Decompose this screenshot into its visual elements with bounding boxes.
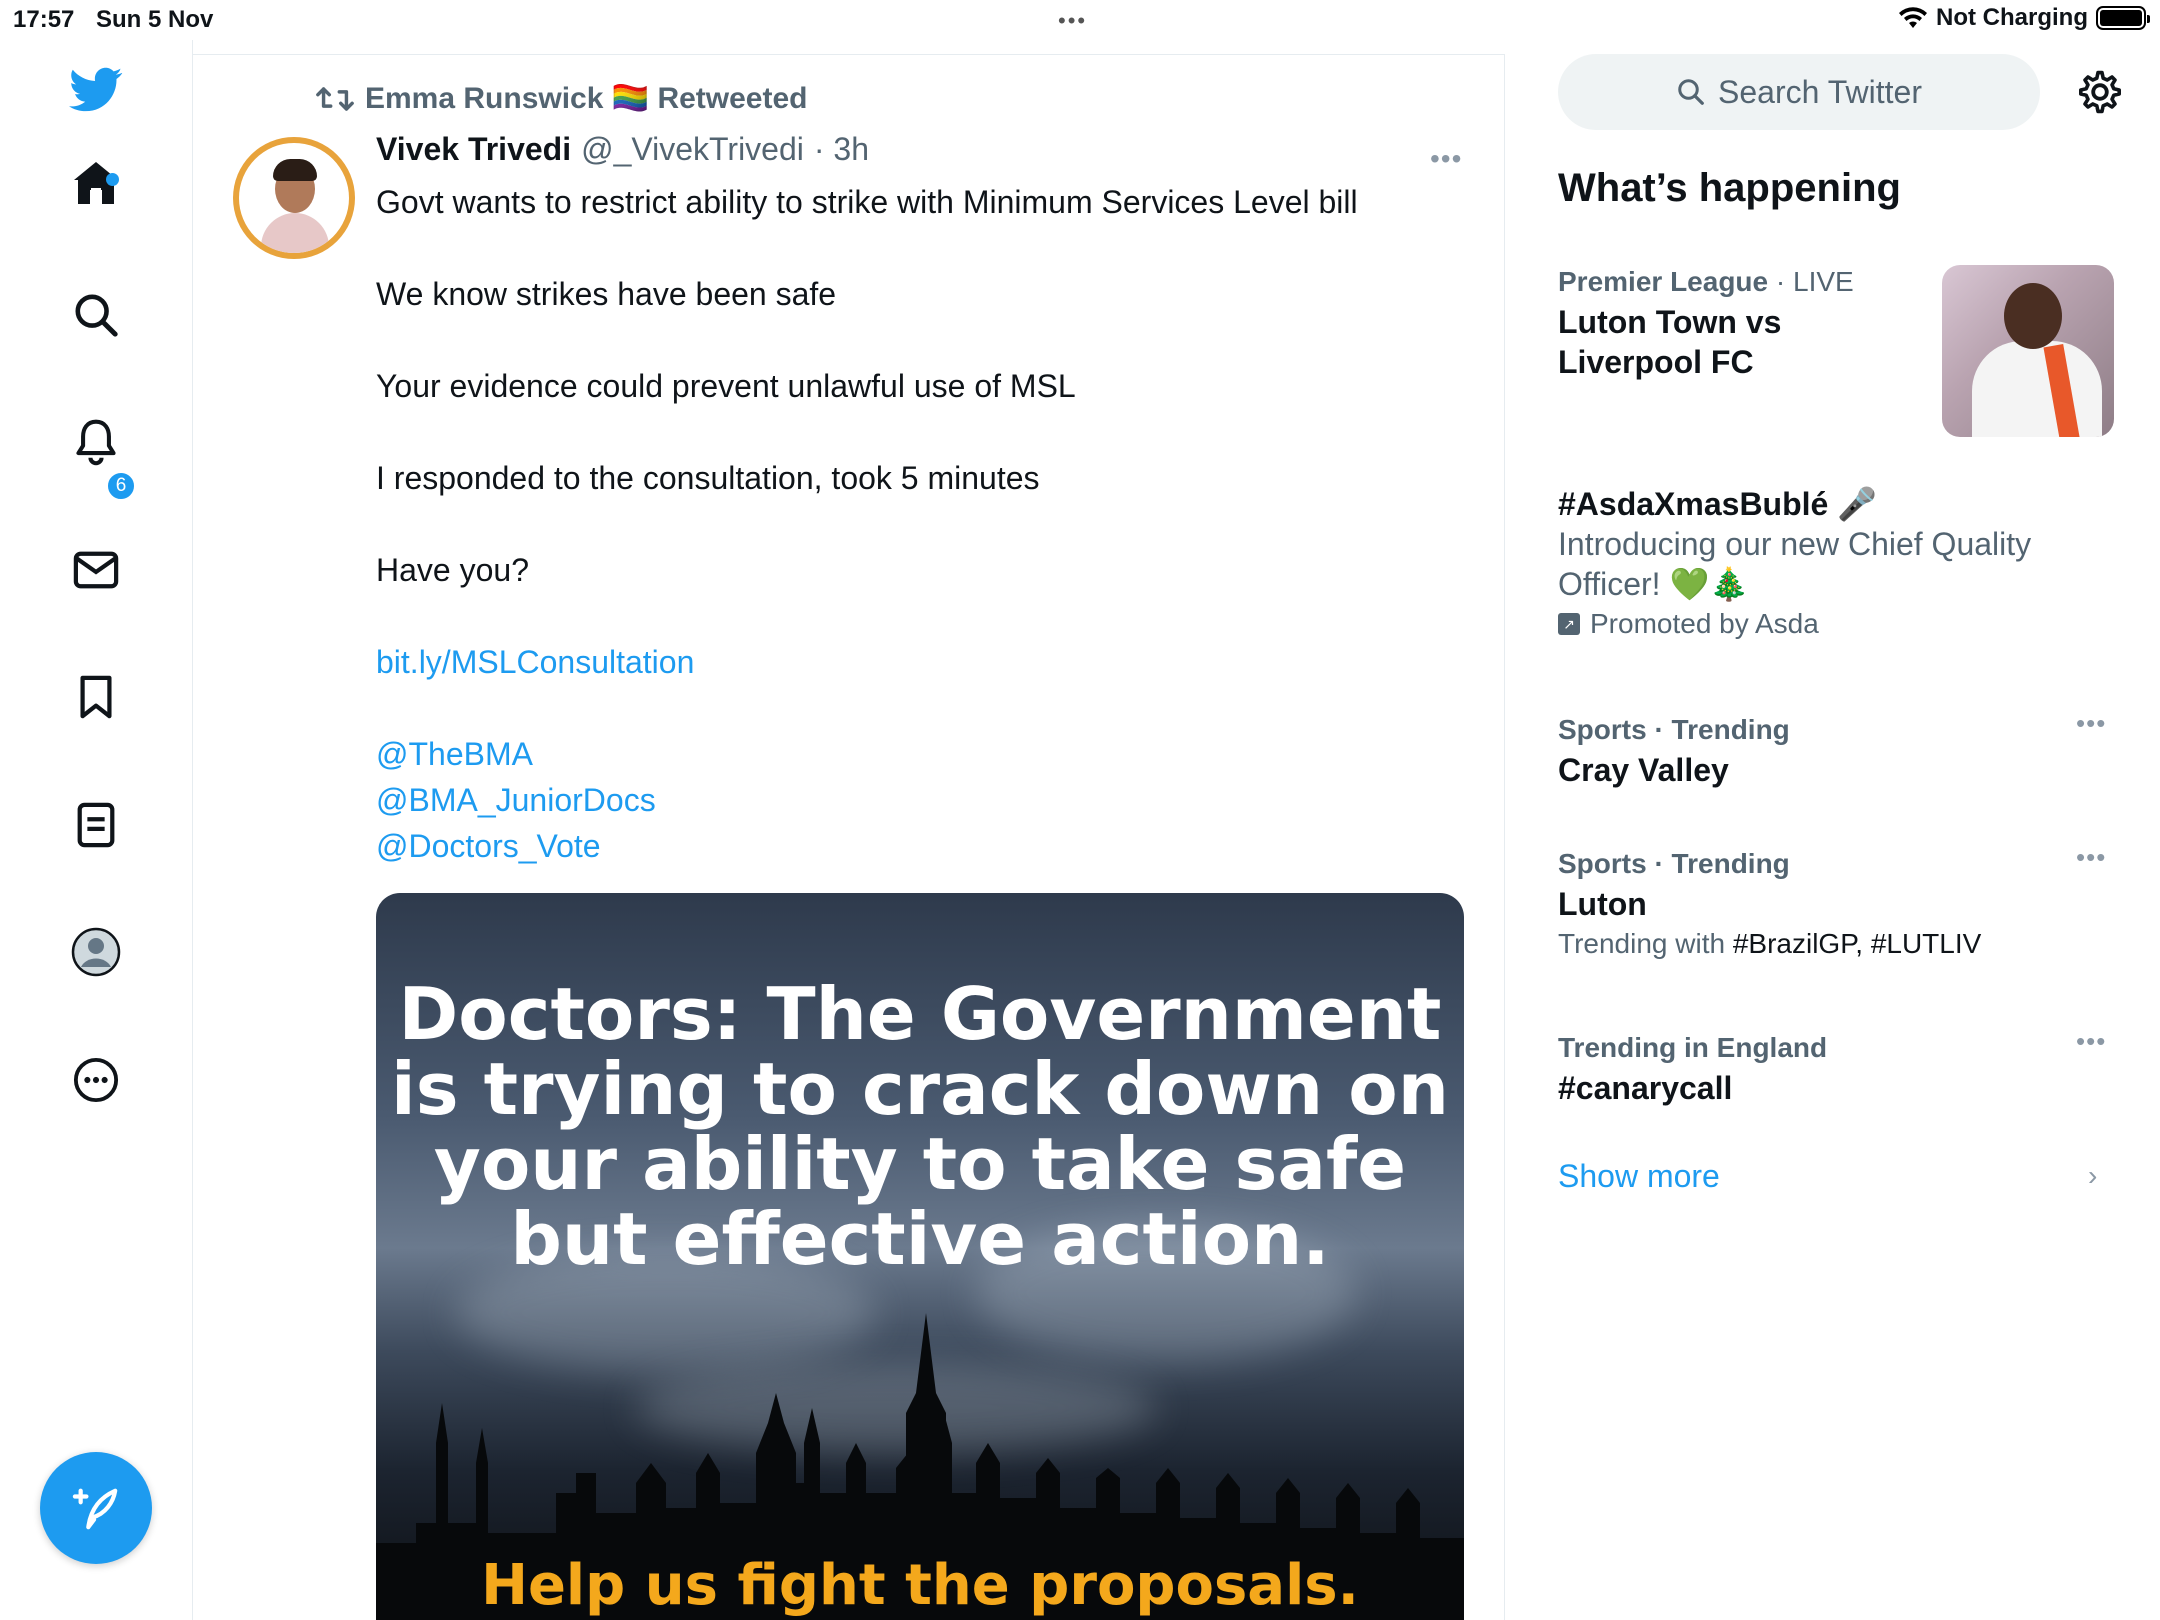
bookmark-icon[interactable] bbox=[66, 667, 126, 727]
status-right: Not Charging bbox=[1898, 4, 2150, 32]
trend-thumbnail[interactable] bbox=[1942, 265, 2114, 437]
trend-category: Premier League bbox=[1558, 266, 1769, 297]
show-more-link[interactable]: Show more bbox=[1558, 1158, 1720, 1195]
promoted-by: ↗ Promoted by Asda bbox=[1558, 604, 2118, 644]
trend-item-promoted[interactable]: #AsdaXmasBublé 🎤 Introducing our new Chi… bbox=[1558, 484, 2118, 644]
trend-item-luton[interactable]: Sports · Trending Luton Trending with #B… bbox=[1558, 844, 2118, 964]
tweet-line: I responded to the consultation, took 5 … bbox=[376, 460, 1040, 496]
promoted-desc: Introducing our new Chief Quality bbox=[1558, 526, 2032, 562]
compose-icon bbox=[72, 1488, 118, 1530]
whats-happening-title: What’s happening bbox=[1558, 166, 1901, 210]
trend-more-button[interactable]: ••• bbox=[2076, 1026, 2106, 1057]
tweet-time[interactable]: · 3h bbox=[814, 131, 869, 168]
tweet-text: Govt wants to restrict ability to strike… bbox=[376, 179, 1466, 869]
timeline-column: Emma Runswick 🏳️‍🌈 Retweeted Vivek Trive… bbox=[193, 54, 1505, 1620]
tweet-line: Your evidence could prevent unlawful use… bbox=[376, 368, 1076, 404]
status-time: 17:57 bbox=[13, 6, 75, 33]
trend-meta: Trending in England bbox=[1558, 1032, 1828, 1063]
tweet-line: Govt wants to restrict ability to strike… bbox=[376, 184, 1358, 220]
search-input[interactable]: Search Twitter bbox=[1558, 54, 2040, 130]
trending-with: Trending with #BrazilGP, #LUTLIV bbox=[1558, 928, 1982, 959]
tweet-line: Have you? bbox=[376, 552, 529, 588]
image-headline: Doctors: The Government is trying to cra… bbox=[391, 972, 1449, 1281]
profile-icon[interactable] bbox=[66, 922, 126, 982]
trend-title: Luton bbox=[1558, 886, 1647, 922]
author-handle[interactable]: @_VivekTrivedi bbox=[581, 131, 804, 168]
tweet-more-button[interactable]: ••• bbox=[1430, 143, 1462, 175]
search-icon bbox=[1678, 79, 1704, 105]
tweet-header: Vivek Trivedi @_VivekTrivedi · 3h bbox=[376, 131, 869, 168]
more-icon[interactable] bbox=[66, 1050, 126, 1110]
chevron-right-icon: › bbox=[2088, 1160, 2098, 1191]
battery-icon bbox=[2096, 6, 2150, 30]
charging-status: Not Charging bbox=[1936, 4, 2088, 31]
lists-icon[interactable] bbox=[66, 795, 126, 855]
promoted-hashtag: #AsdaXmasBublé 🎤 bbox=[1558, 486, 1878, 522]
tweet-image[interactable]: Doctors: The Government is trying to cra… bbox=[376, 893, 1464, 1620]
gear-icon bbox=[2079, 70, 2121, 114]
trend-live: · LIVE bbox=[1775, 266, 1854, 297]
multitasking-dots[interactable]: ••• bbox=[1058, 8, 1087, 34]
right-sidebar: Search Twitter What’s happening Premier … bbox=[1506, 40, 2160, 1620]
compose-button[interactable] bbox=[40, 1452, 152, 1564]
mention-thebma[interactable]: @TheBMA bbox=[376, 731, 1466, 777]
trend-title: Cray Valley bbox=[1558, 752, 1729, 788]
bell-icon[interactable] bbox=[66, 412, 126, 472]
wifi-icon bbox=[1899, 7, 1928, 28]
trend-meta: Sports · Trending bbox=[1558, 714, 1790, 745]
trend-item-canarycall[interactable]: Trending in England #canarycall bbox=[1558, 1028, 2118, 1108]
left-navigation: 6 bbox=[0, 40, 193, 1620]
status-date: Sun 5 Nov bbox=[96, 6, 214, 33]
search-icon[interactable] bbox=[66, 285, 126, 345]
settings-gear-button[interactable] bbox=[2076, 68, 2124, 116]
search-placeholder: Search Twitter bbox=[1718, 73, 1922, 110]
home-new-indicator bbox=[106, 173, 119, 186]
retweet-icon bbox=[316, 86, 354, 111]
trend-more-button[interactable]: ••• bbox=[2076, 708, 2106, 739]
mail-icon[interactable] bbox=[66, 540, 126, 600]
trend-item-cray-valley[interactable]: Sports · Trending Cray Valley bbox=[1558, 710, 2118, 790]
tweet-line: We know strikes have been safe bbox=[376, 276, 837, 312]
retweeted-by-label: Emma Runswick 🏳️‍🌈 Retweeted bbox=[365, 82, 808, 115]
promoted-icon: ↗ bbox=[1558, 613, 1580, 635]
notifications-badge: 6 bbox=[105, 470, 137, 502]
promoted-desc: Officer! 💚🎄 bbox=[1558, 566, 1750, 602]
image-cta: Help us fight the proposals. bbox=[481, 1553, 1359, 1618]
mention-bma-juniordocs[interactable]: @BMA_JuniorDocs bbox=[376, 777, 1466, 823]
tweet-link[interactable]: bit.ly/MSLConsultation bbox=[376, 639, 1466, 685]
retweet-context[interactable]: Emma Runswick 🏳️‍🌈 Retweeted bbox=[315, 81, 808, 116]
mention-doctors-vote[interactable]: @Doctors_Vote bbox=[376, 823, 1466, 869]
status-bar: 17:57 Sun 5 Nov ••• Not Charging bbox=[0, 0, 2160, 40]
trend-title: #canarycall bbox=[1558, 1070, 1733, 1106]
trend-meta: Sports · Trending bbox=[1558, 848, 1790, 879]
author-name[interactable]: Vivek Trivedi bbox=[376, 131, 571, 168]
trend-more-button[interactable]: ••• bbox=[2076, 842, 2106, 873]
author-avatar[interactable] bbox=[233, 137, 355, 259]
twitter-bird-icon[interactable] bbox=[66, 60, 126, 120]
